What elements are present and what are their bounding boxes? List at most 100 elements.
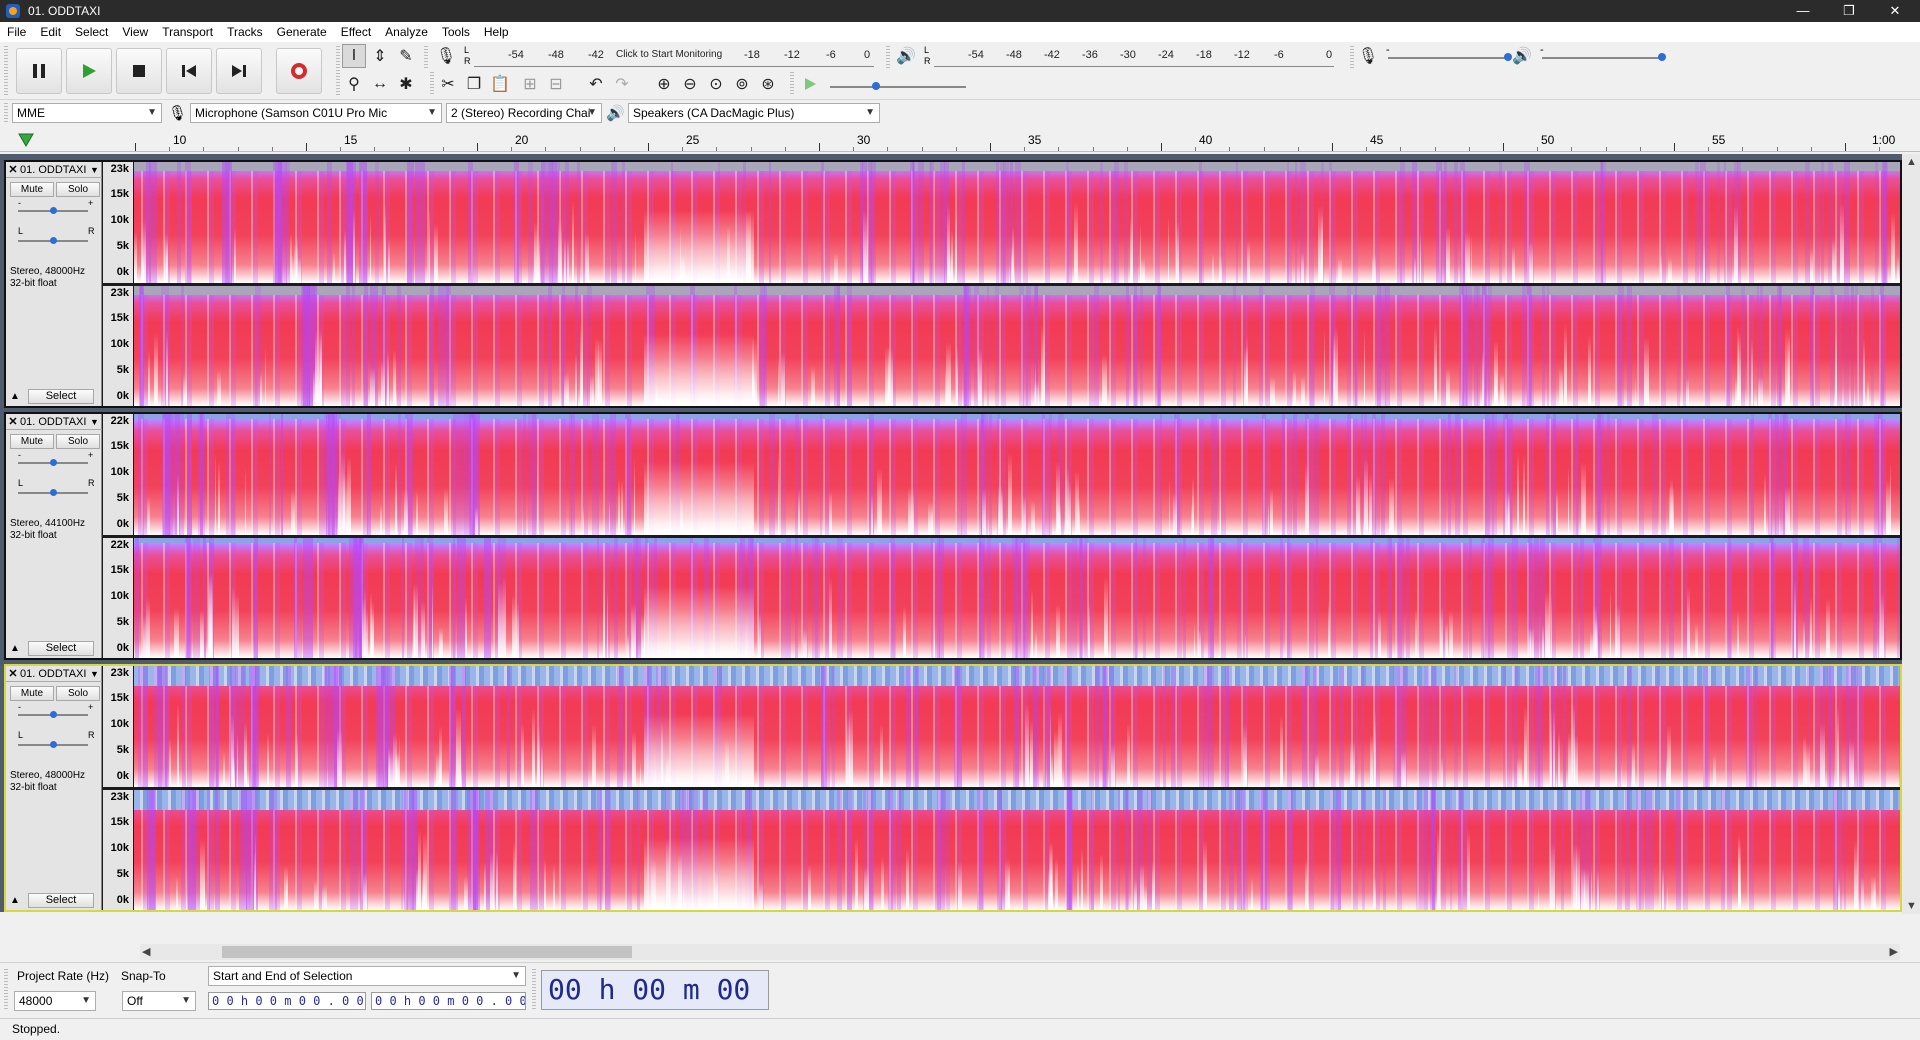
horizontal-scrollbar[interactable]: ◀ ▶ (140, 944, 1900, 960)
play-speed-slider[interactable] (830, 86, 966, 88)
horizontal-scroll-thumb[interactable] (222, 946, 632, 958)
spectrogram-channel-left[interactable] (134, 162, 1900, 283)
gain-knob[interactable] (50, 207, 57, 214)
menu-tracks[interactable]: Tracks (220, 22, 270, 42)
trim-audio-button[interactable]: ⊞ (518, 72, 542, 96)
scroll-up-icon[interactable]: ▲ (1906, 156, 1917, 168)
skip-to-start-button[interactable] (166, 48, 212, 94)
gain-knob[interactable] (50, 459, 57, 466)
spectrogram-channel-right[interactable] (134, 538, 1900, 658)
audio-track[interactable]: ✕ 01. ODDTAXI ▼ Mute Solo - + L R Stereo… (4, 160, 1902, 408)
menu-generate[interactable]: Generate (270, 22, 334, 42)
audio-position-display[interactable]: 00 h 00 m 00 s (541, 970, 769, 1010)
audio-host-dropdown[interactable]: MME ▼ (12, 103, 162, 123)
menu-effect[interactable]: Effect (334, 22, 378, 42)
menu-transport[interactable]: Transport (155, 22, 220, 42)
redo-button[interactable]: ↷ (610, 72, 634, 96)
track-name-menu[interactable]: 01. ODDTAXI (20, 416, 90, 428)
play-speed-knob[interactable] (872, 82, 880, 90)
toolbar-grip[interactable] (4, 46, 8, 96)
multi-tool-button[interactable]: ✱ (394, 72, 418, 96)
skip-to-end-button[interactable] (216, 48, 262, 94)
playback-volume-slider[interactable] (1542, 57, 1662, 59)
zoom-in-button[interactable]: ⊕ (652, 72, 676, 96)
menu-view[interactable]: View (115, 22, 155, 42)
track-close-button[interactable]: ✕ (6, 667, 20, 680)
select-track-button[interactable]: Select (28, 389, 94, 404)
copy-button[interactable]: ❐ (462, 72, 486, 96)
toolbar-grip[interactable] (4, 969, 8, 1011)
undo-button[interactable]: ↶ (584, 72, 608, 96)
zoom-out-button[interactable]: ⊖ (678, 72, 702, 96)
record-button[interactable] (276, 48, 322, 94)
snap-to-dropdown[interactable]: Off ▼ (122, 991, 196, 1011)
track-control-panel[interactable]: ✕ 01. ODDTAXI ▼ Mute Solo - + L R Stereo… (6, 666, 102, 910)
select-track-button[interactable]: Select (28, 893, 94, 908)
restore-button[interactable]: ❐ (1826, 0, 1872, 22)
recording-channels-dropdown[interactable]: 2 (Stereo) Recording Chai ▼ (446, 103, 602, 123)
record-meter-scale[interactable]: -54 -48 -42 Click to Start Monitoring -1… (474, 49, 874, 63)
close-button[interactable]: ✕ (1872, 0, 1918, 22)
selection-start-time[interactable]: 0 0 h 0 0 m 0 0 . 0 0 0 s (208, 992, 366, 1010)
project-rate-dropdown[interactable]: 48000 ▼ (14, 991, 96, 1011)
collapse-track-icon[interactable]: ▲ (10, 643, 20, 654)
select-track-button[interactable]: Select (28, 641, 94, 656)
solo-button[interactable]: Solo (56, 182, 100, 197)
timeline-ruler[interactable]: 10 15 20 25 30 35 40 45 50 55 1:00 (0, 128, 1920, 152)
play-button[interactable] (66, 48, 112, 94)
draw-tool-button[interactable]: ✎ (394, 44, 418, 68)
toolbar-grip[interactable] (1350, 46, 1354, 68)
mute-button[interactable]: Mute (10, 434, 54, 449)
scroll-down-icon[interactable]: ▼ (1906, 900, 1917, 912)
playback-meter-button[interactable]: 🔊 (894, 44, 918, 68)
paste-button[interactable]: 📋 (488, 72, 512, 96)
audio-track-selected[interactable]: ✕ 01. ODDTAXI ▼ Mute Solo - + L R Stereo… (4, 664, 1902, 912)
menu-tools[interactable]: Tools (435, 22, 477, 42)
toolbar-grip[interactable] (532, 969, 536, 1011)
menu-file[interactable]: File (0, 22, 33, 42)
pin-playhead-icon[interactable] (18, 133, 34, 147)
track-control-panel[interactable]: ✕ 01. ODDTAXI ▼ Mute Solo - + L R Stereo… (6, 414, 102, 658)
track-panel[interactable]: ✕ 01. ODDTAXI ▼ Mute Solo - + L R Stereo… (0, 154, 1920, 912)
menu-analyze[interactable]: Analyze (378, 22, 435, 42)
playback-device-dropdown[interactable]: Speakers (CA DacMagic Plus) ▼ (628, 103, 880, 123)
selection-end-time[interactable]: 0 0 h 0 0 m 0 0 . 0 0 0 s (371, 992, 526, 1010)
mute-button[interactable]: Mute (10, 182, 54, 197)
solo-button[interactable]: Solo (56, 434, 100, 449)
chevron-down-icon[interactable]: ▼ (90, 417, 102, 427)
toolbar-grip[interactable] (4, 103, 8, 123)
menu-edit[interactable]: Edit (33, 22, 68, 42)
track-name-menu[interactable]: 01. ODDTAXI (20, 668, 90, 680)
spectrogram-channel-right[interactable] (134, 286, 1900, 406)
play-at-speed-button[interactable] (798, 72, 822, 96)
zoom-toggle-button[interactable]: ⊛ (756, 72, 780, 96)
vertical-scrollbar[interactable]: ▲ ▼ (1902, 154, 1920, 914)
solo-button[interactable]: Solo (56, 686, 100, 701)
record-volume-slider[interactable] (1388, 57, 1508, 59)
menu-help[interactable]: Help (477, 22, 516, 42)
recording-device-dropdown[interactable]: Microphone (Samson C01U Pro Mic ▼ (190, 103, 442, 123)
chevron-down-icon[interactable]: ▼ (90, 669, 102, 679)
pause-button[interactable] (16, 48, 62, 94)
pan-knob[interactable] (50, 489, 57, 496)
menu-select[interactable]: Select (68, 22, 115, 42)
envelope-tool-button[interactable]: ⇕ (368, 44, 392, 68)
scroll-left-icon[interactable]: ◀ (142, 945, 150, 958)
playback-meter-scale[interactable]: -54 -48 -42 -36 -30 -24 -18 -12 -6 0 (934, 49, 1344, 63)
zoom-tool-button[interactable]: ⚲ (342, 72, 366, 96)
minimize-button[interactable]: — (1780, 0, 1826, 22)
toolbar-grip[interactable] (336, 46, 340, 96)
scroll-right-icon[interactable]: ▶ (1890, 945, 1898, 958)
spectrogram-channel-left[interactable] (134, 414, 1900, 535)
track-close-button[interactable]: ✕ (6, 163, 20, 176)
spectrogram-channel-left[interactable] (134, 666, 1900, 787)
playback-volume-knob[interactable] (1658, 53, 1666, 61)
audio-track[interactable]: ✕ 01. ODDTAXI ▼ Mute Solo - + L R Stereo… (4, 412, 1902, 660)
silence-audio-button[interactable]: ⊟ (544, 72, 568, 96)
chevron-down-icon[interactable]: ▼ (90, 165, 102, 175)
track-close-button[interactable]: ✕ (6, 415, 20, 428)
time-shift-tool-button[interactable]: ↔ (368, 72, 392, 96)
fit-selection-button[interactable]: ⊙ (704, 72, 728, 96)
toolbar-grip[interactable] (790, 72, 794, 94)
collapse-track-icon[interactable]: ▲ (10, 895, 20, 906)
